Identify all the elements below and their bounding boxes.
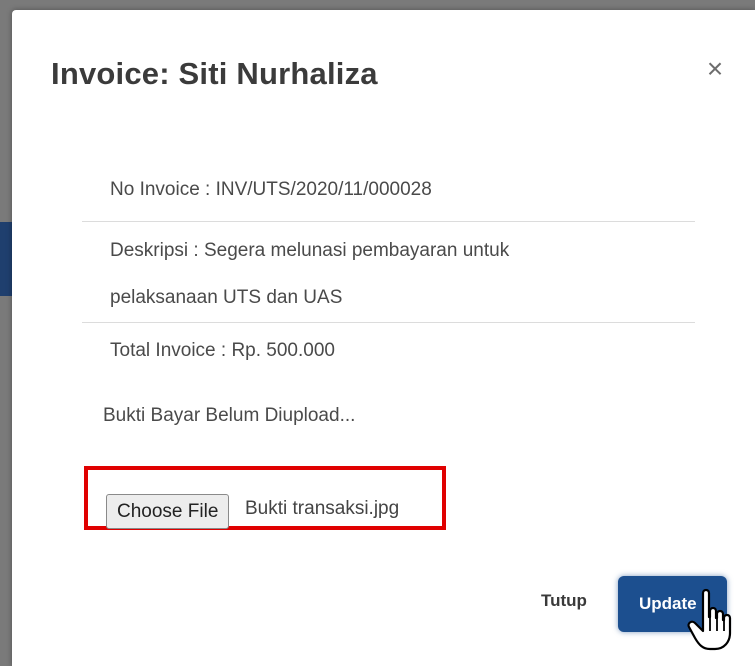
close-icon[interactable]: ×: [702, 54, 728, 84]
choose-file-button[interactable]: Choose File: [106, 494, 230, 529]
invoice-description-text: Deskripsi : Segera melunasi pembayaran u…: [110, 240, 510, 308]
close-button[interactable]: Tutup: [535, 590, 593, 612]
background-page-accent: [0, 222, 12, 296]
invoice-number-row: No Invoice : INV/UTS/2020/11/000028: [82, 166, 695, 222]
hand-pointer-icon: [687, 588, 732, 651]
invoice-total-row: Total Invoice : Rp. 500.000: [110, 340, 335, 361]
selected-file-name: Bukti transaksi.jpg: [245, 498, 400, 519]
file-input-highlight: Choose File Bukti transaksi.jpg: [84, 466, 446, 530]
invoice-description-row: Deskripsi : Segera melunasi pembayaran u…: [82, 223, 695, 323]
modal-header: Invoice: Siti Nurhaliza ×: [12, 10, 755, 138]
invoice-modal: Invoice: Siti Nurhaliza × No Invoice : I…: [12, 10, 755, 666]
modal-title: Invoice: Siti Nurhaliza: [51, 56, 378, 91]
upload-status-text: Bukti Bayar Belum Diupload...: [103, 405, 356, 426]
